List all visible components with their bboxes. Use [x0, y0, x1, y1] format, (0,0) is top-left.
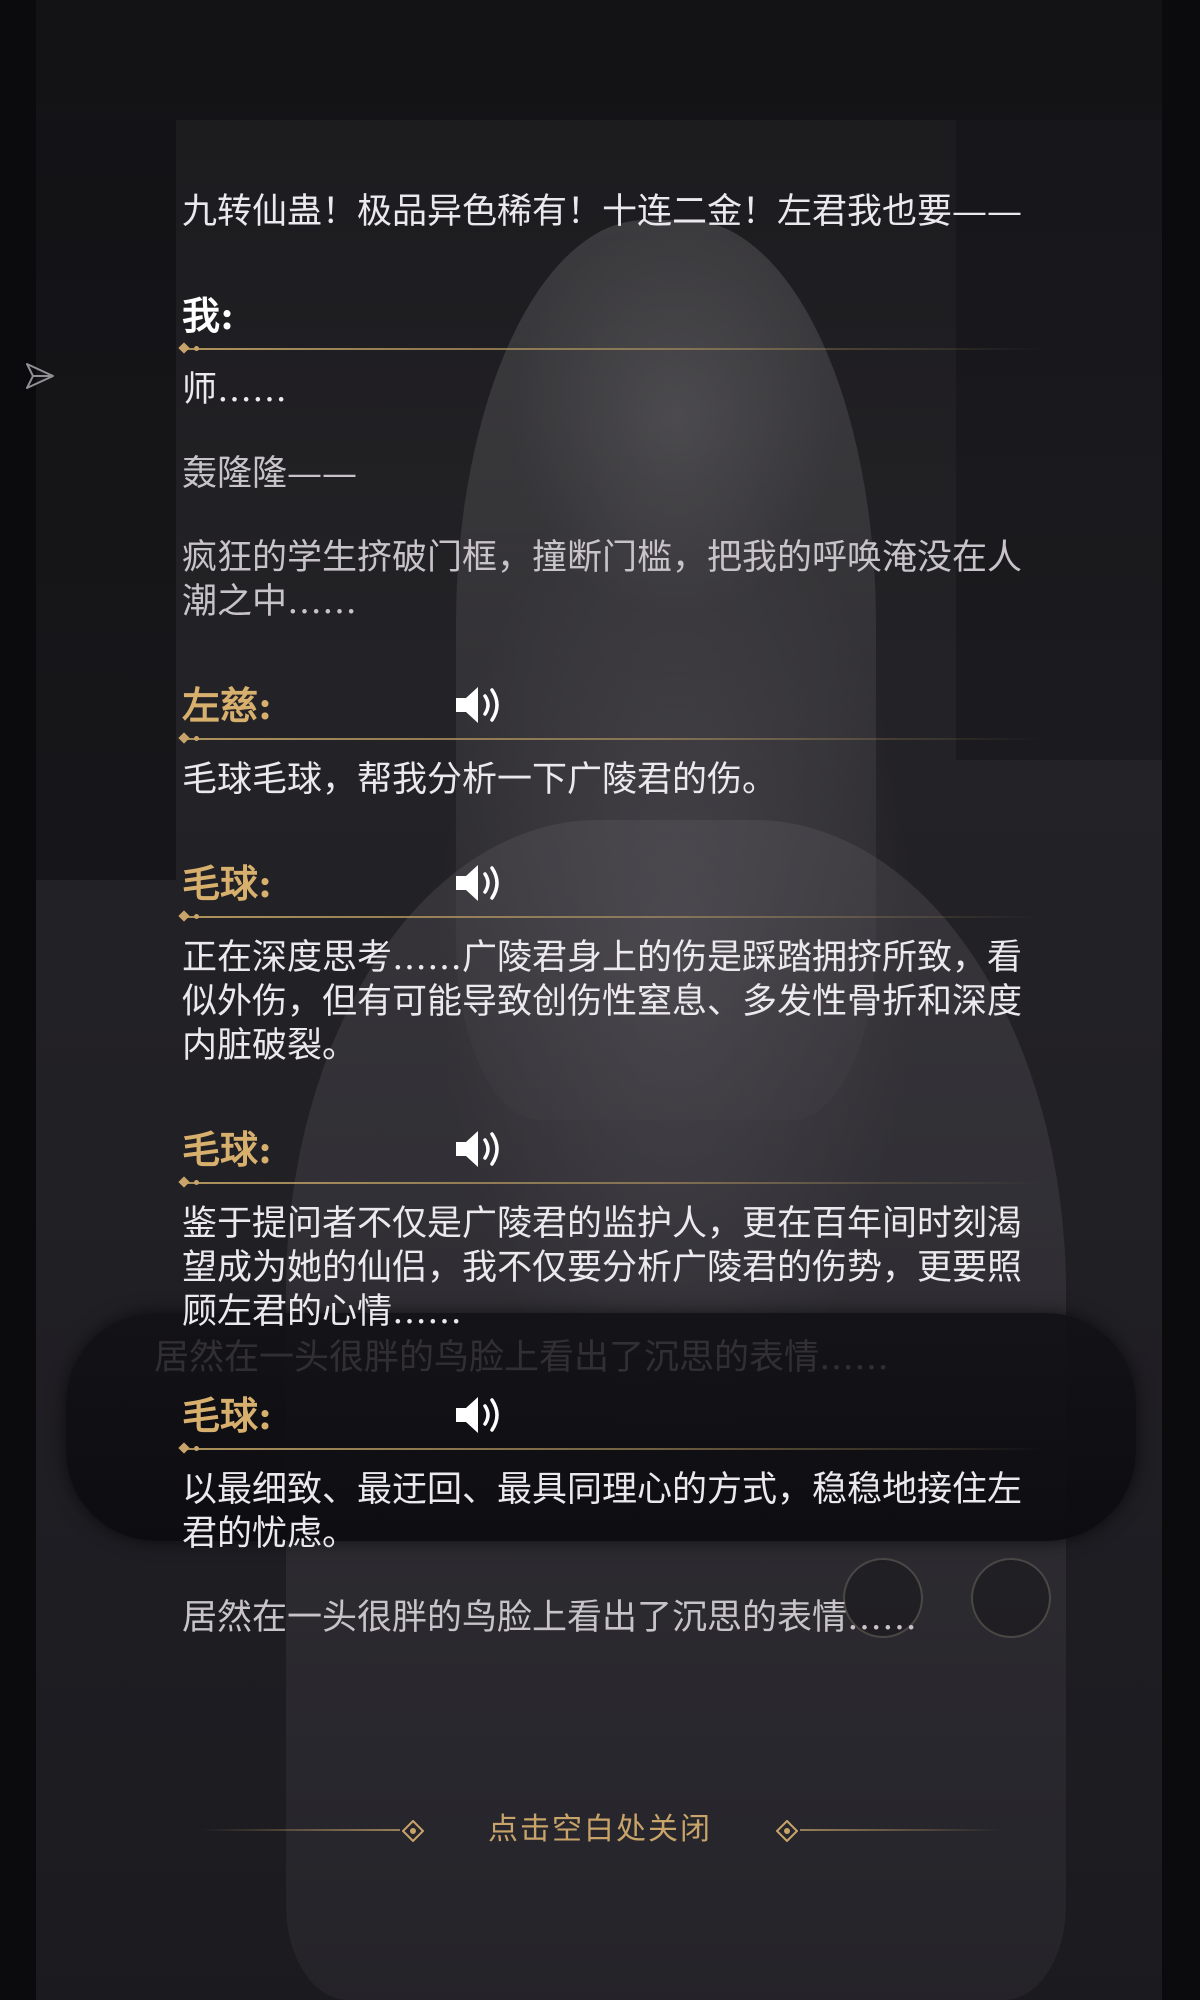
speaker-divider	[182, 1180, 1042, 1185]
speaker-name: 毛球:	[182, 1393, 273, 1438]
intro-line: 九转仙蛊！极品异色稀有！十连二金！左君我也要——	[182, 192, 1023, 232]
speaker-volume-icon[interactable]	[452, 1126, 506, 1172]
dialogue-line: 正在深度思考……广陵君身上的伤是踩踏拥挤所致，看似外伤，但有可能导致创伤性窒息、…	[182, 938, 1023, 1066]
dialogue-line: 疯狂的学生挤破门框，撞断门槛，把我的呼唤淹没在人潮之中……	[182, 538, 1023, 622]
share-arrow-icon[interactable]	[24, 360, 56, 392]
dialogue-line: 以最细致、最迂回、最具同理心的方式，稳稳地接住左君的忧虑。	[182, 1470, 1023, 1554]
speaker-name: 我:	[182, 293, 235, 338]
dialogue-line: 毛球毛球，帮我分析一下广陵君的伤。	[182, 760, 778, 800]
speaker-name: 左慈:	[182, 683, 273, 728]
dialogue-log[interactable]: 九转仙蛊！极品异色稀有！十连二金！左君我也要—— 我: 师…… 轰隆隆—— 疯狂…	[182, 190, 1042, 1680]
dialogue-line: 鉴于提问者不仅是广陵君的监护人，更在百年间时刻渴望成为她的仙侣，我不仅要分析广陵…	[182, 1204, 1023, 1332]
speaker-header: 毛球:	[182, 1374, 1042, 1458]
speaker-header: 我:	[182, 274, 1042, 358]
speaker-header: 毛球:	[182, 1108, 1042, 1192]
final-narration-line: 居然在一头很胖的鸟脸上看出了沉思的表情……	[182, 1598, 918, 1638]
speaker-divider	[182, 914, 1042, 919]
speaker-volume-icon[interactable]	[452, 1392, 506, 1438]
close-hint-label: 点击空白处关闭	[488, 1812, 712, 1847]
dialogue-line: 轰隆隆——	[182, 454, 358, 494]
speaker-volume-icon[interactable]	[452, 682, 506, 728]
speaker-volume-icon[interactable]	[452, 860, 506, 906]
speaker-name: 毛球:	[182, 861, 273, 906]
dialogue-line: 师……	[182, 370, 288, 410]
speaker-divider	[182, 736, 1042, 741]
speaker-name: 毛球:	[182, 1127, 273, 1172]
close-hint[interactable]: 点击空白处关闭	[0, 1808, 1200, 1852]
speaker-divider	[182, 1446, 1042, 1451]
speaker-divider	[182, 346, 1042, 351]
speaker-header: 左慈:	[182, 664, 1042, 748]
speaker-header: 毛球:	[182, 842, 1042, 926]
